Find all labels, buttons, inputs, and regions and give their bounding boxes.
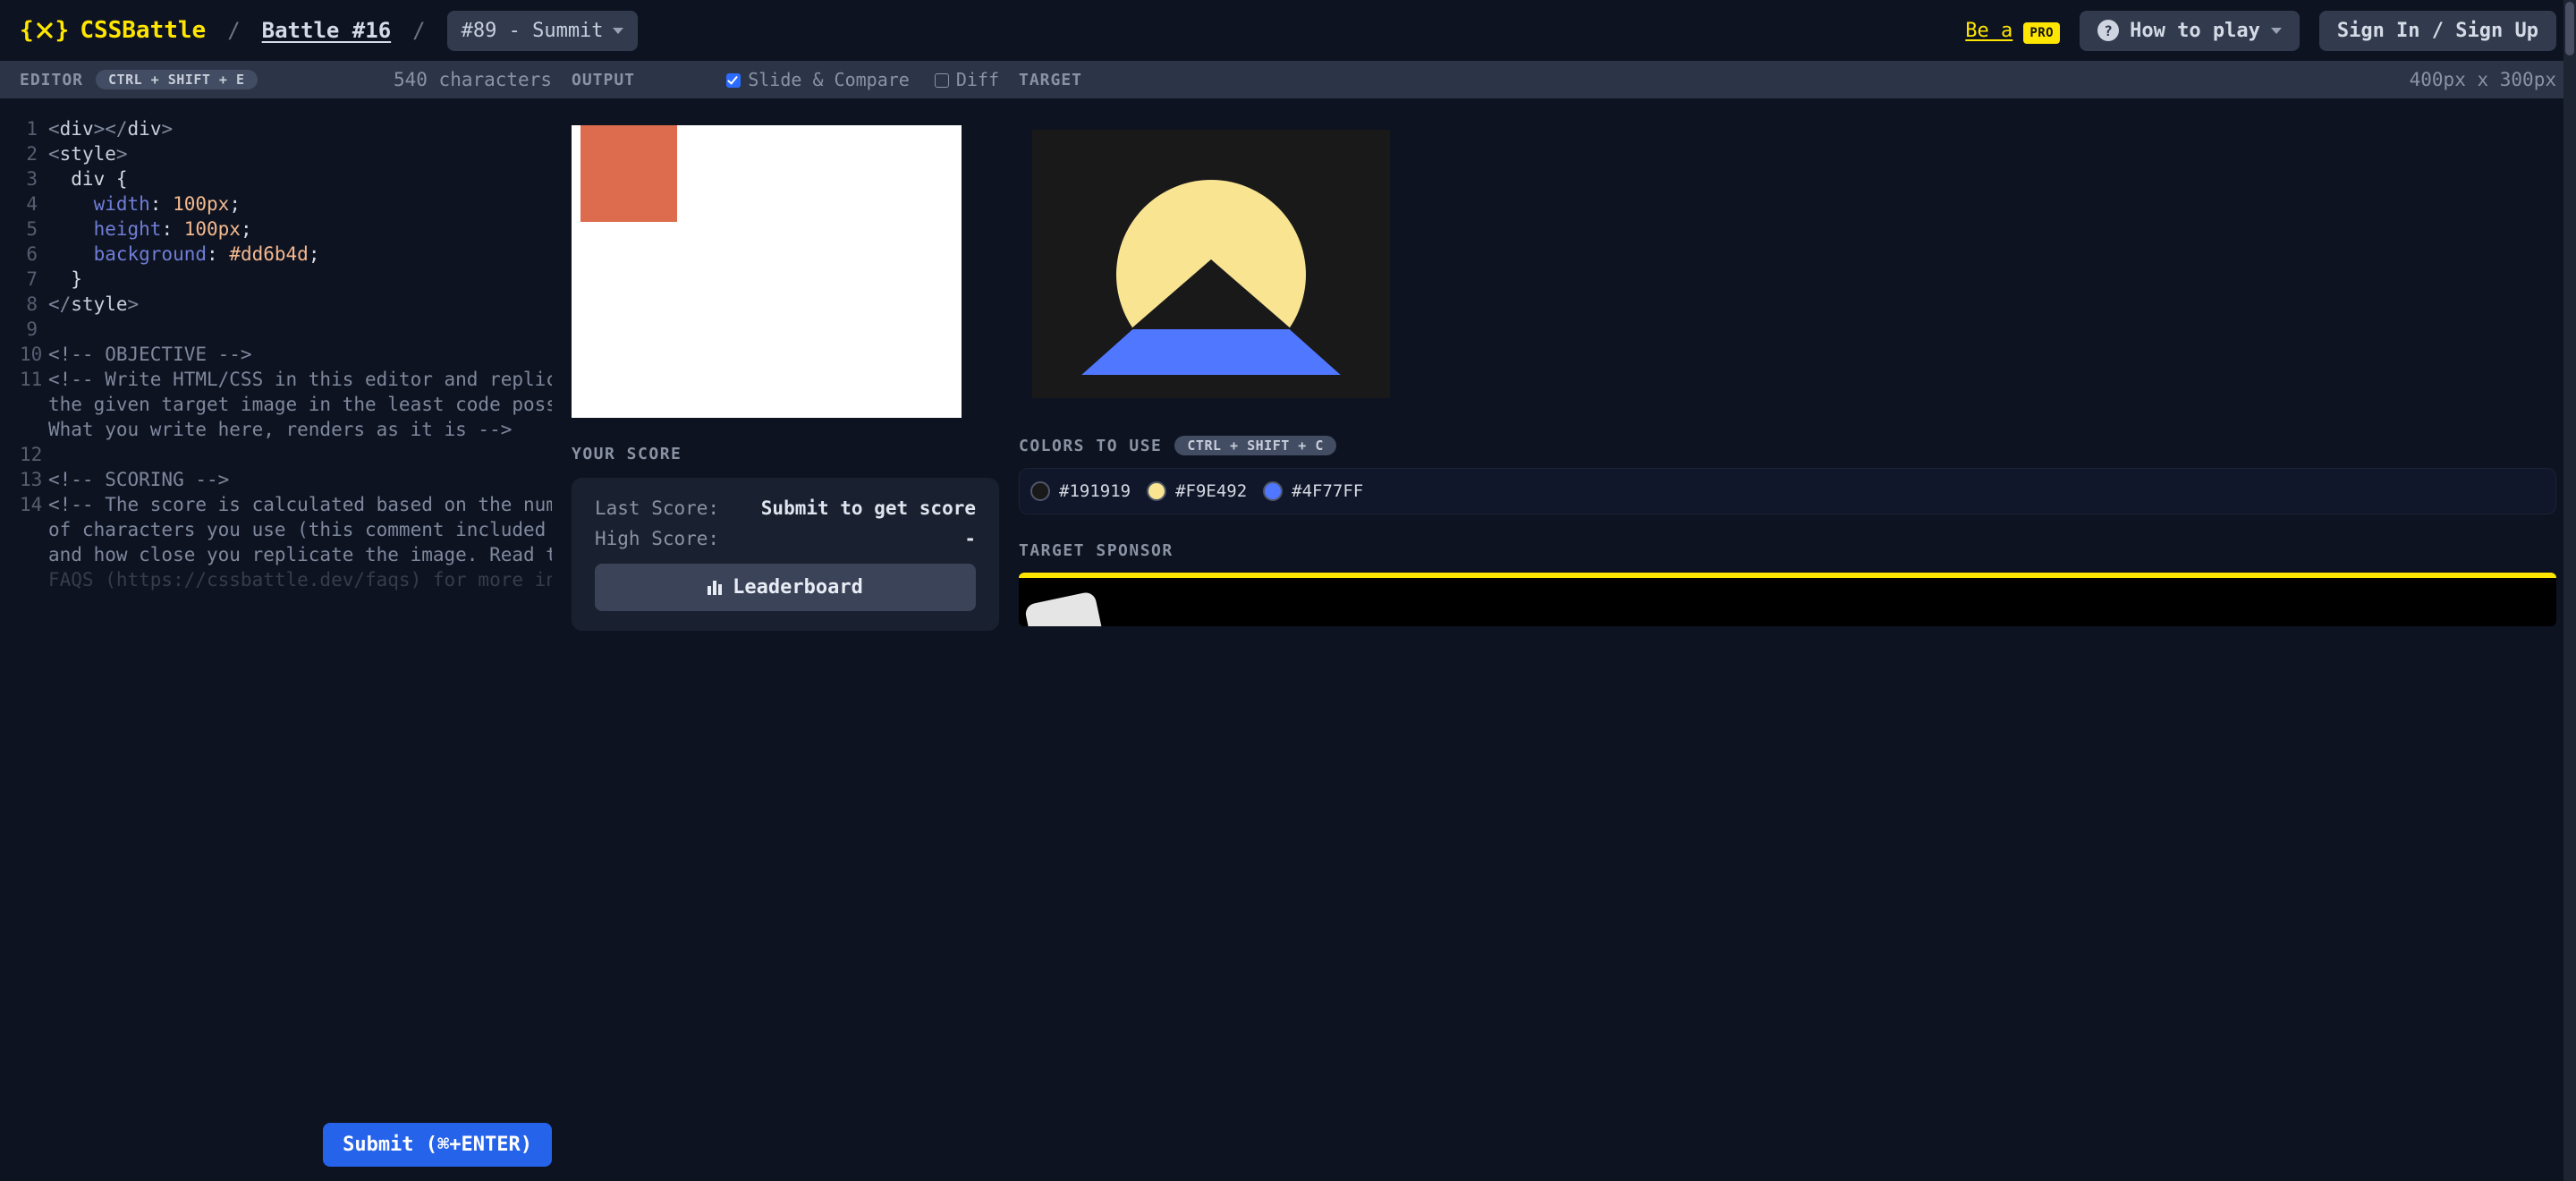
chevron-down-icon: [613, 28, 623, 34]
scrollbar-thumb[interactable]: [2565, 2, 2574, 55]
diff-toggle[interactable]: Diff: [935, 69, 999, 90]
challenge-selector[interactable]: #89 - Summit: [447, 11, 638, 51]
top-nav: {} CSSBattle / Battle #16 / #89 - Summit…: [0, 0, 2576, 61]
color-chip[interactable]: #F9E492: [1147, 481, 1247, 501]
logo-text: CSSBattle: [80, 17, 206, 44]
sponsor-banner[interactable]: [1019, 573, 2556, 626]
output-header: OUTPUT Slide & Compare Diff: [572, 69, 999, 90]
editor-header: EDITOR CTRL + SHIFT + E 540 characters: [20, 69, 552, 90]
upgrade-text: Be a: [1965, 20, 2012, 42]
output-title: OUTPUT: [572, 71, 635, 89]
swatch-icon: [1147, 481, 1166, 501]
target-header: TARGET 400px x 300px: [1019, 69, 2556, 90]
target-dims: 400px x 300px: [2410, 69, 2556, 90]
challenge-selector-label: #89 - Summit: [462, 20, 604, 42]
leaderboard-icon: [708, 581, 722, 595]
how-to-play-button[interactable]: ? How to play: [2080, 11, 2300, 51]
high-score-label: High Score:: [595, 528, 719, 549]
chevron-down-icon: [2271, 28, 2282, 34]
scrollbar[interactable]: [2563, 0, 2576, 1181]
target-shape-ground: [1032, 375, 1390, 398]
breadcrumb-sep: /: [412, 18, 425, 43]
logo[interactable]: {} CSSBattle: [20, 17, 206, 44]
upgrade-link[interactable]: Be a PRO: [1965, 20, 2060, 42]
signin-label: Sign In / Sign Up: [2337, 20, 2538, 42]
colors-shortcut: CTRL + SHIFT + C: [1174, 436, 1336, 455]
score-box: Last Score: Submit to get score High Sco…: [572, 478, 999, 631]
breadcrumb-battle[interactable]: Battle #16: [262, 18, 392, 43]
target-title: TARGET: [1019, 71, 1082, 89]
submit-button[interactable]: Submit (⌘+ENTER): [323, 1123, 552, 1167]
swatch-icon: [1030, 481, 1050, 501]
how-to-play-label: How to play: [2130, 20, 2260, 42]
pro-badge: PRO: [2023, 22, 2060, 44]
target-shape-peak: [1131, 259, 1292, 329]
editor-shortcut: CTRL + SHIFT + E: [96, 70, 258, 89]
code-editor[interactable]: 1<div></div> 2<style> 3 div { 4 width: 1…: [20, 116, 552, 1181]
output-preview[interactable]: [572, 125, 962, 418]
swatch-icon: [1263, 481, 1283, 501]
target-preview[interactable]: [1032, 130, 1390, 398]
sponsor-title: TARGET SPONSOR: [1019, 541, 2556, 560]
submit-label: Submit (⌘+ENTER): [343, 1134, 532, 1156]
leaderboard-label: Leaderboard: [733, 576, 863, 599]
checkbox-checked-icon: [726, 73, 741, 88]
logo-icon: {}: [20, 17, 69, 44]
signin-button[interactable]: Sign In / Sign Up: [2319, 11, 2556, 51]
your-score-title: YOUR SCORE: [572, 445, 999, 463]
help-icon: ?: [2097, 20, 2119, 41]
leaderboard-button[interactable]: Leaderboard: [595, 564, 976, 611]
output-rendered-square: [580, 125, 677, 222]
editor-title: EDITOR: [20, 71, 83, 89]
output-panel: YOUR SCORE Last Score: Submit to get sco…: [572, 98, 999, 1181]
char-count: 540 characters: [394, 69, 552, 90]
target-panel: COLORS TO USE CTRL + SHIFT + C #191919 #…: [1019, 98, 2556, 1181]
last-score-value: Submit to get score: [761, 497, 976, 519]
color-chip[interactable]: #191919: [1030, 481, 1131, 501]
colors-title: COLORS TO USE: [1019, 437, 1162, 455]
editor-panel: 1<div></div> 2<style> 3 div { 4 width: 1…: [20, 98, 552, 1181]
breadcrumb-sep: /: [227, 18, 240, 43]
color-chip[interactable]: #4F77FF: [1263, 481, 1363, 501]
color-chips: #191919 #F9E492 #4F77FF: [1019, 468, 2556, 514]
checkbox-icon: [935, 73, 949, 88]
last-score-label: Last Score:: [595, 497, 719, 519]
high-score-value: -: [964, 528, 976, 549]
slide-compare-toggle[interactable]: Slide & Compare: [726, 69, 910, 90]
